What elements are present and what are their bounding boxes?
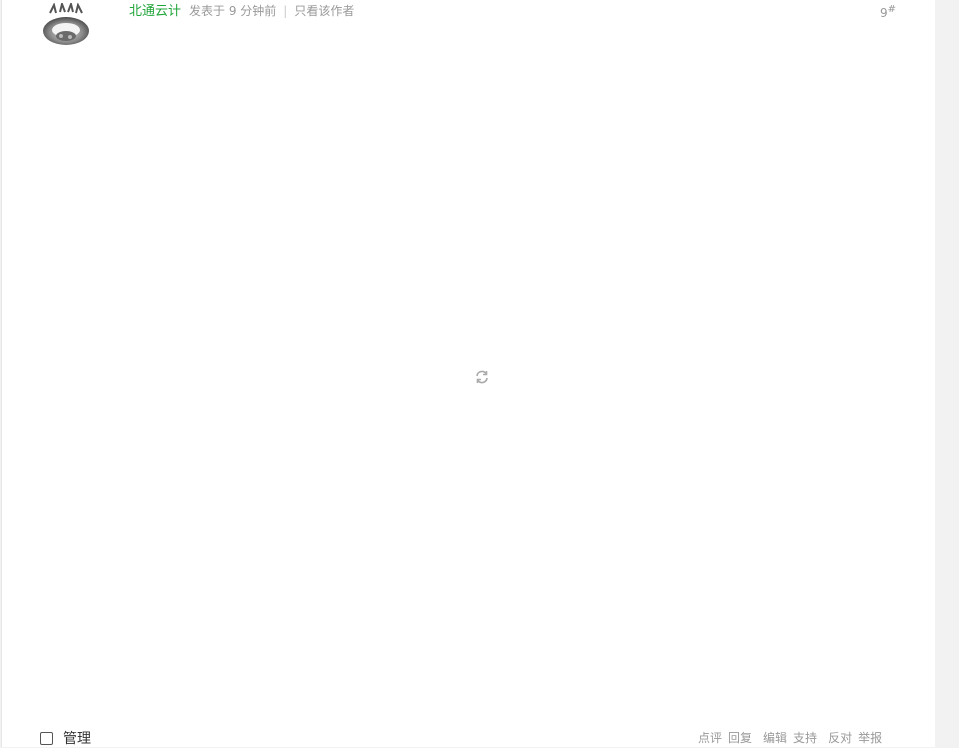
reply-link[interactable]: 回复 [728,731,752,745]
posted-time: 发表于 9 分钟前 [189,4,277,18]
manage-label: 管理 [63,731,91,747]
comment-link[interactable]: 点评 [698,731,722,745]
manage-control[interactable]: 管理 [40,728,91,748]
manage-checkbox[interactable] [40,731,53,745]
user-avatar-icon[interactable] [40,3,92,47]
post-actions: 点评 回复 编辑 支持 反对 举报 [698,729,888,746]
only-author-link[interactable]: 只看该作者 [294,4,354,18]
floor-number[interactable]: 9# [880,4,896,20]
edit-link[interactable]: 编辑 [763,731,787,745]
author-link[interactable]: 北通云计 [129,4,181,19]
support-link[interactable]: 支持 [793,731,817,745]
refresh-loading-icon [476,370,488,384]
meta-separator: | [283,4,288,18]
page-scrollbar[interactable] [935,0,959,747]
oppose-link[interactable]: 反对 [828,731,852,745]
post-meta: 北通云计 发表于 9 分钟前 | 只看该作者 [129,2,354,21]
report-link[interactable]: 举报 [858,731,882,745]
floor-number-value: 9 [880,6,888,20]
floor-suffix: # [887,4,897,15]
post-container: 北通云计 发表于 9 分钟前 | 只看该作者 9# 管理 点评 回复 编辑 支持 反对 举报 [1,0,935,747]
